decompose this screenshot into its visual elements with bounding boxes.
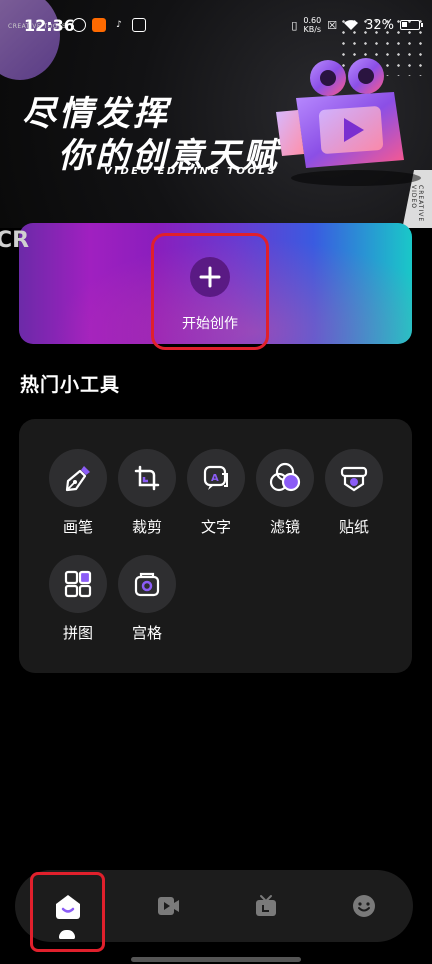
status-time: 12:36 (24, 15, 75, 35)
home-highlight-box (30, 872, 105, 952)
plus-icon (190, 256, 230, 297)
text-icon: A (187, 449, 245, 507)
video-icon (158, 897, 179, 915)
svg-text:A: A (211, 473, 219, 484)
tv-icon (256, 895, 276, 916)
tool-label: 裁剪 (131, 518, 162, 536)
notification-icons: ♪ (72, 18, 146, 32)
tool-grid[interactable]: 宫格 (118, 555, 176, 643)
tools-card: 画笔 裁剪 A 文字 滤镜 贴纸 拼图 宫格 (19, 419, 412, 673)
vibrate-icon: ▯ (291, 18, 298, 32)
gesture-bar[interactable] (131, 957, 301, 962)
tool-label: 画笔 (62, 518, 93, 536)
shop-notification-icon (92, 18, 106, 32)
tool-crop[interactable]: 裁剪 (118, 449, 176, 537)
face-icon (353, 895, 375, 917)
tool-text[interactable]: A 文字 (187, 449, 245, 537)
nav-tv[interactable] (231, 870, 301, 942)
speed-unit: KB/s (303, 25, 322, 34)
banner-subtitle: VIDEO EDITING TOOLS (104, 166, 277, 177)
battery-text: 32% (365, 17, 394, 33)
close-box-icon: ☒ (327, 18, 338, 32)
nav-video[interactable] (133, 870, 203, 942)
tool-label: 贴纸 (338, 518, 369, 536)
banner-side-text: CREATIVE VIDEO (410, 185, 424, 223)
start-create-button[interactable]: 开始创作 (151, 233, 269, 350)
tool-filter[interactable]: 滤镜 (256, 449, 314, 537)
status-bar: 12:36 ♪ ▯ 0.60 KB/s ☒ 32% (0, 0, 432, 50)
battery-icon (400, 20, 423, 30)
section-title: 热门小工具 (20, 374, 121, 396)
nav-profile[interactable] (329, 870, 399, 942)
crop-icon (118, 449, 176, 507)
wifi-icon (344, 20, 359, 30)
tool-label: 拼图 (62, 624, 93, 642)
tool-brush[interactable]: 画笔 (49, 449, 107, 537)
status-indicators: ▯ 0.60 KB/s ☒ 32% (291, 16, 423, 34)
tool-label: 宫格 (131, 624, 162, 642)
video-camera-icon (276, 58, 421, 186)
speed-value: 0.60 (303, 16, 322, 25)
pen-icon (49, 449, 107, 507)
grid-icon (118, 555, 176, 613)
tool-sticker[interactable]: 贴纸 (325, 449, 383, 537)
active-indicator (59, 930, 75, 939)
tool-collage[interactable]: 拼图 (49, 555, 107, 643)
sticker-icon (325, 449, 383, 507)
banner-partial-text: CR (0, 228, 30, 253)
app-notification-icon (72, 18, 86, 32)
network-speed: 0.60 KB/s (303, 16, 321, 34)
collage-icon (49, 555, 107, 613)
tiktok-icon: ♪ (116, 20, 122, 30)
tool-label: 文字 (200, 518, 231, 536)
gallery-notification-icon (132, 18, 146, 32)
filter-icon (256, 449, 314, 507)
tool-label: 滤镜 (269, 518, 300, 536)
start-create-label: 开始创作 (182, 315, 238, 332)
